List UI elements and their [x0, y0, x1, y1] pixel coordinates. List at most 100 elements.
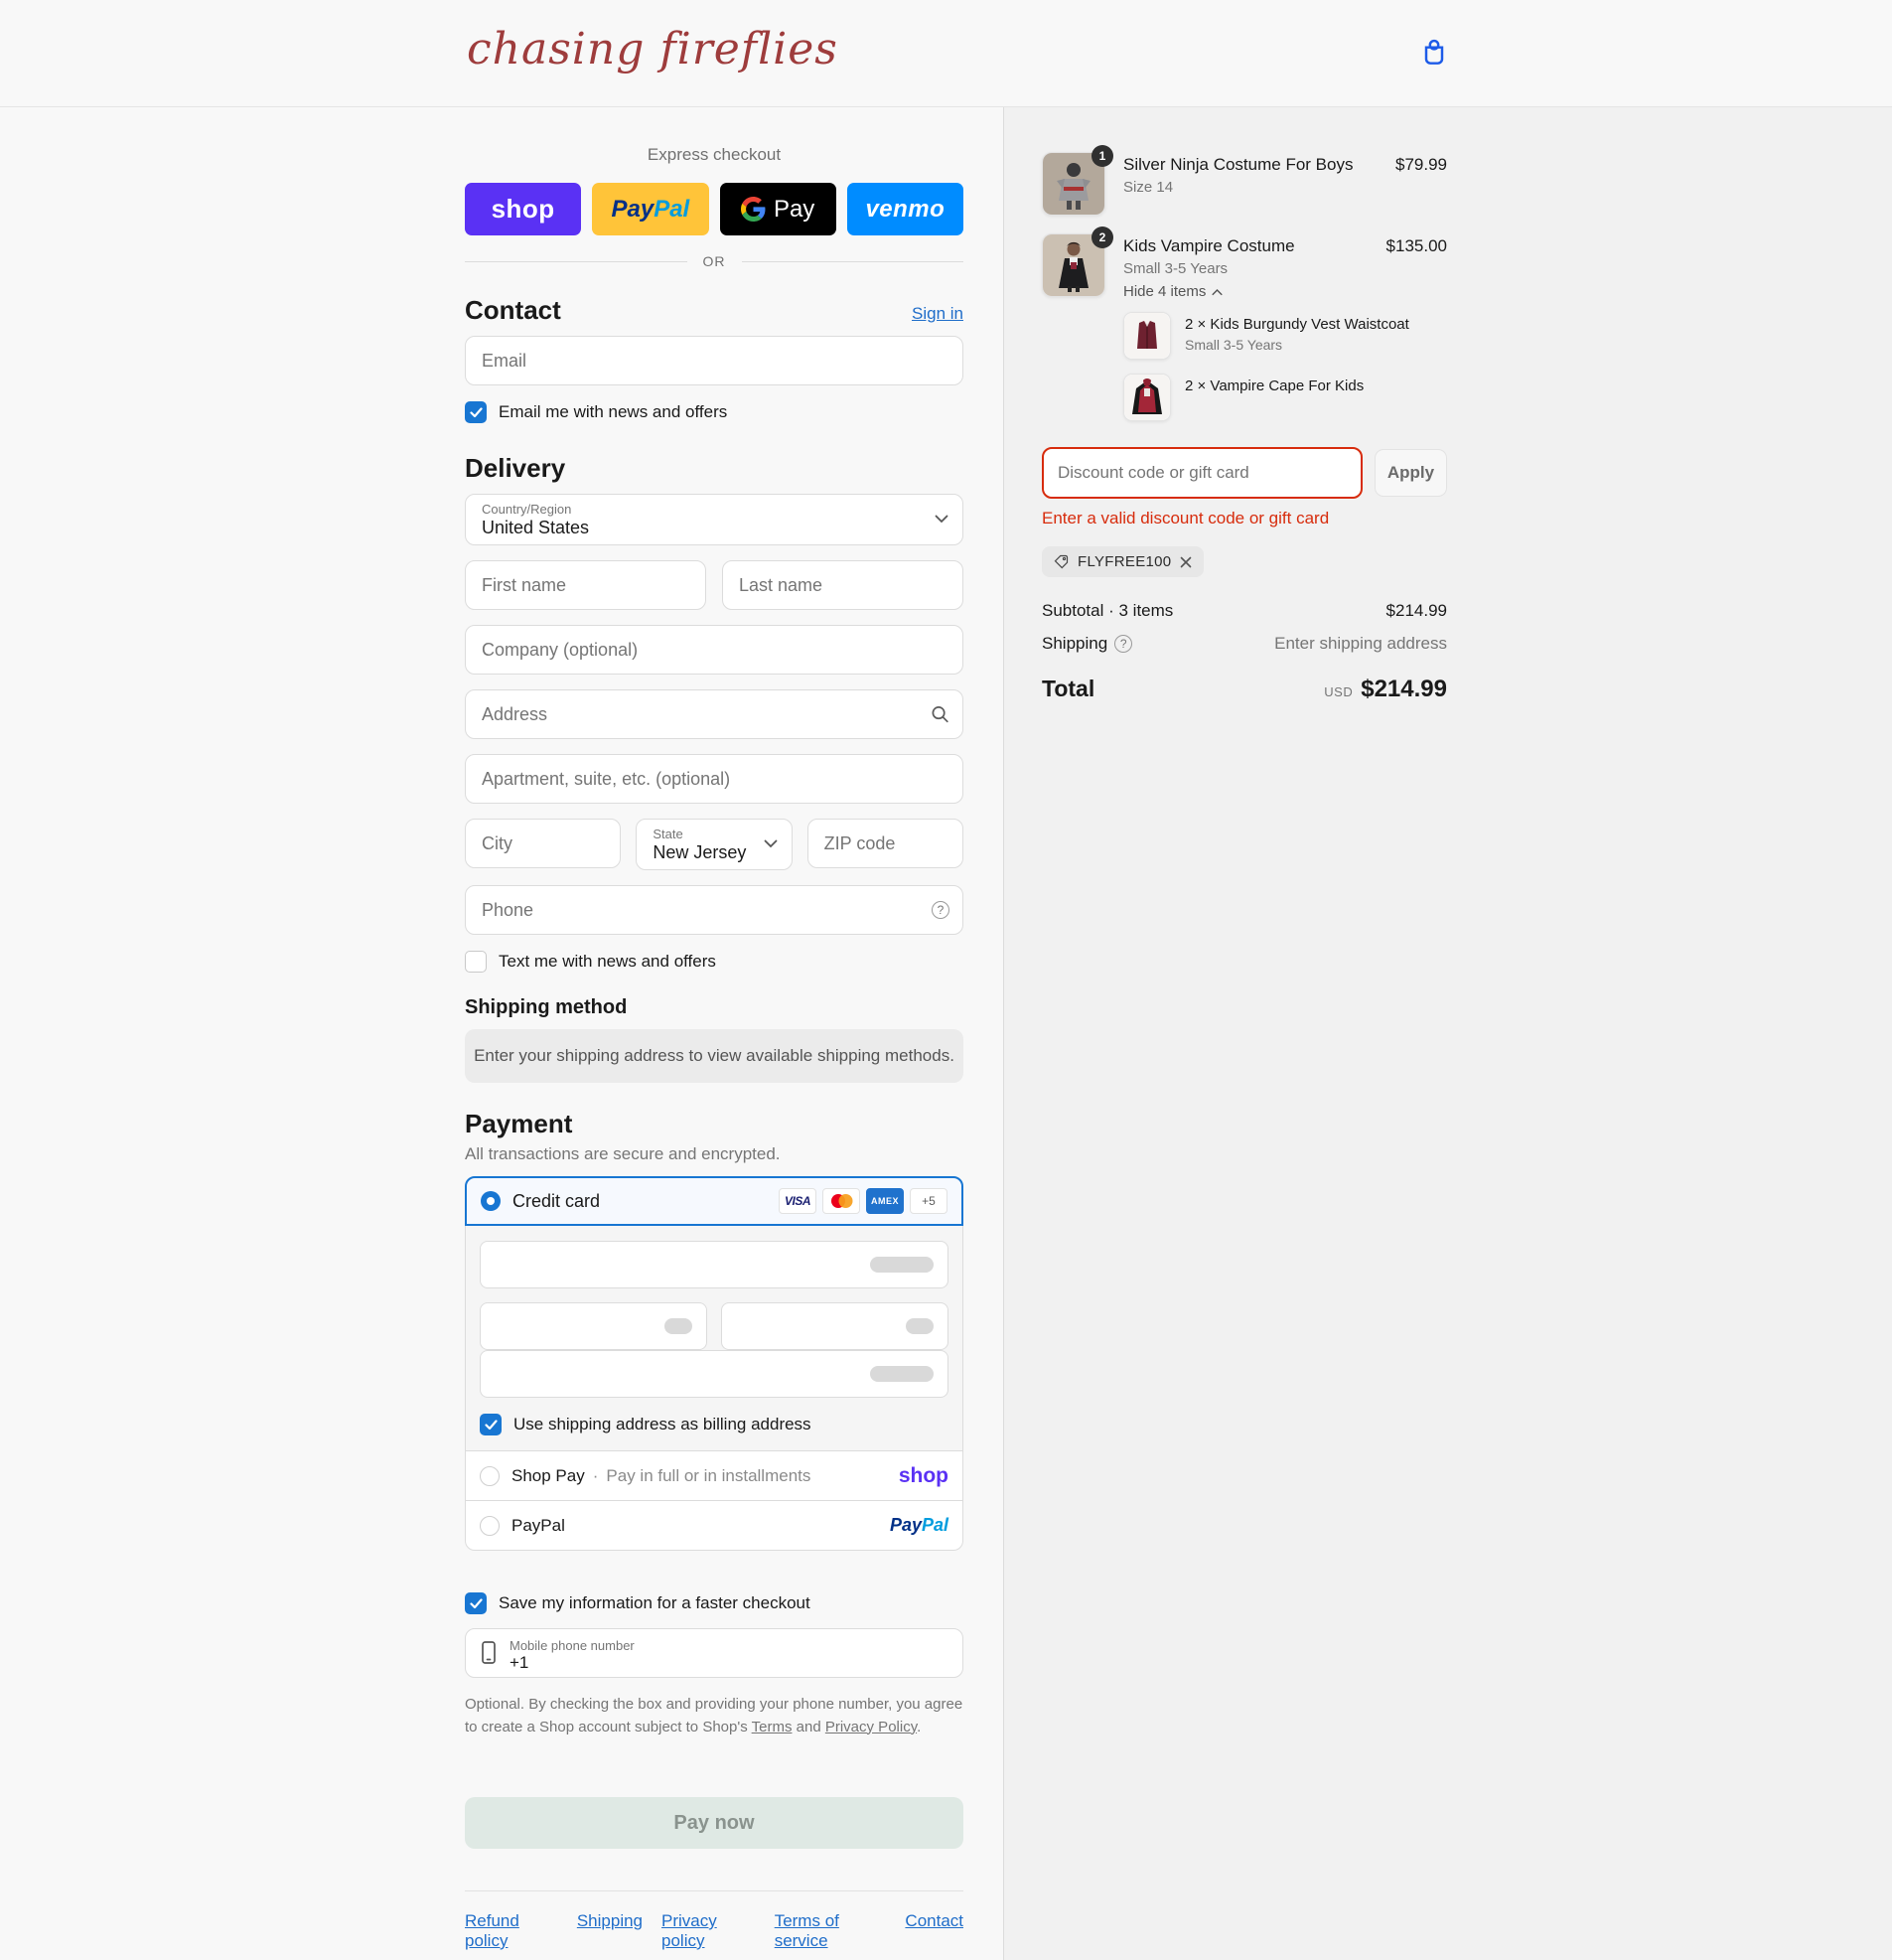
product-thumbnail-vest: [1123, 312, 1171, 360]
skeleton-pill: [906, 1318, 934, 1334]
discount-chip-code: FLYFREE100: [1078, 553, 1172, 570]
phone-help-icon[interactable]: [932, 901, 949, 919]
delivery-heading: Delivery: [465, 453, 566, 483]
total-value: $214.99: [1361, 676, 1447, 702]
hide-items-toggle[interactable]: Hide 4 items: [1123, 283, 1447, 300]
card-expiry-field[interactable]: [480, 1302, 707, 1350]
first-name-field[interactable]: [465, 560, 706, 610]
shop-pay-option[interactable]: Shop Pay · Pay in full or in installment…: [465, 1451, 963, 1501]
payment-methods: Credit card VISA AMEX +5 Use shipping ad…: [465, 1176, 963, 1551]
shop-pay-radio[interactable]: [480, 1465, 500, 1486]
shop-logo: shop: [898, 1463, 948, 1487]
currency-code: USD: [1324, 684, 1354, 699]
paypal-option[interactable]: PayPal PayPal: [465, 1501, 963, 1551]
shop-pay-description: Pay in full or in installments: [606, 1465, 811, 1485]
shipping-policy-link[interactable]: Shipping: [577, 1911, 643, 1951]
sms-news-checkbox[interactable]: [465, 951, 487, 973]
item-price: $135.00: [1385, 236, 1447, 255]
pay-now-button[interactable]: Pay now: [465, 1797, 963, 1849]
total-label: Total: [1042, 676, 1095, 701]
country-select[interactable]: Country/Region United States: [465, 494, 963, 545]
chevron-down-icon: [935, 511, 948, 528]
bundle-item-title: 2 × Vampire Cape For Kids: [1185, 377, 1365, 394]
city-field[interactable]: [465, 819, 622, 868]
shipping-method-notice: Enter your shipping address to view avai…: [465, 1029, 963, 1083]
save-info-checkbox[interactable]: [465, 1592, 487, 1614]
sign-in-link[interactable]: Sign in: [912, 304, 963, 324]
venmo-express-button[interactable]: venmo: [846, 183, 963, 235]
card-name-field[interactable]: [480, 1350, 948, 1398]
credit-card-label: Credit card: [512, 1190, 601, 1211]
billing-address-checkbox[interactable]: [480, 1414, 502, 1435]
state-select[interactable]: State New Jersey: [636, 819, 793, 870]
contact-heading: Contact: [465, 295, 561, 325]
store-logo[interactable]: chasing fireflies: [467, 24, 838, 75]
email-news-checkbox[interactable]: [465, 401, 487, 423]
skeleton-pill: [870, 1257, 934, 1273]
cart-item-silver-ninja: 1 Silver Ninja Costume For Boys $79.99 S…: [1042, 145, 1447, 216]
email-field[interactable]: [465, 336, 963, 385]
order-summary-sidebar: 1 Silver Ninja Costume For Boys $79.99 S…: [1003, 107, 1892, 1960]
terms-of-service-link[interactable]: Terms of service: [775, 1911, 887, 1951]
privacy-policy-footer-link[interactable]: Privacy policy: [661, 1911, 756, 1951]
address-field[interactable]: [465, 689, 963, 739]
last-name-field[interactable]: [722, 560, 963, 610]
card-cvv-field[interactable]: [721, 1302, 948, 1350]
shop-pay-label: Shop Pay: [511, 1465, 585, 1485]
billing-address-checkbox-row[interactable]: Use shipping address as billing address: [480, 1414, 948, 1435]
privacy-policy-link[interactable]: Privacy Policy: [825, 1719, 917, 1735]
discount-row: Apply: [1042, 447, 1447, 499]
paypal-express-button[interactable]: Pay Pal: [592, 183, 709, 235]
shop-pay-express-button[interactable]: shop: [465, 183, 582, 235]
shop-wordmark: shop: [491, 194, 555, 224]
credit-card-radio[interactable]: [481, 1191, 501, 1211]
refund-policy-link[interactable]: Refund policy: [465, 1911, 558, 1951]
paypal-radio[interactable]: [480, 1515, 500, 1536]
card-brand-icons: VISA AMEX +5: [779, 1188, 947, 1214]
payment-heading: Payment: [465, 1109, 573, 1138]
google-pay-express-button[interactable]: Pay: [719, 183, 836, 235]
item-variant: Small 3-5 Years: [1123, 260, 1229, 277]
save-info-checkbox-row[interactable]: Save my information for a faster checkou…: [465, 1592, 963, 1614]
tag-icon: [1054, 554, 1069, 569]
contact-footer-link[interactable]: Contact: [905, 1911, 963, 1951]
shipping-label: Shipping: [1042, 634, 1108, 653]
apply-discount-button[interactable]: Apply: [1375, 449, 1447, 497]
check-icon: [469, 406, 483, 417]
credit-card-option[interactable]: Credit card VISA AMEX +5: [465, 1176, 963, 1226]
or-label: OR: [702, 253, 726, 269]
email-news-checkbox-row[interactable]: Email me with news and offers: [465, 401, 963, 423]
phone-field[interactable]: [465, 885, 963, 935]
search-icon: [931, 705, 949, 724]
shop-account-disclaimer: Optional. By checking the box and provid…: [465, 1696, 963, 1735]
cart-bag-icon[interactable]: [1419, 36, 1449, 71]
venmo-wordmark: venmo: [865, 195, 946, 223]
card-number-field[interactable]: [480, 1241, 948, 1288]
terms-link[interactable]: Terms: [752, 1719, 793, 1735]
header: chasing fireflies: [0, 0, 1892, 107]
zip-field[interactable]: [806, 819, 963, 868]
subtotal-value: $214.99: [1385, 601, 1447, 620]
billing-address-label: Use shipping address as billing address: [513, 1415, 811, 1433]
bundle-item-variant: Small 3-5 Years: [1185, 337, 1283, 353]
google-g-icon: [740, 197, 766, 222]
credit-card-form: Use shipping address as billing address: [465, 1226, 963, 1451]
sms-news-checkbox-row[interactable]: Text me with news and offers: [465, 951, 963, 973]
gpay-wordmark: Pay: [773, 195, 815, 223]
payment-subtext: All transactions are secure and encrypte…: [465, 1144, 781, 1163]
apartment-field[interactable]: [465, 754, 963, 804]
mobile-phone-icon: [480, 1640, 498, 1666]
mobile-phone-field[interactable]: Mobile phone number +1: [465, 1628, 963, 1678]
remove-discount-icon[interactable]: [1180, 556, 1192, 568]
discount-error-message: Enter a valid discount code or gift card: [1042, 509, 1330, 528]
shipping-help-icon[interactable]: [1114, 635, 1133, 653]
layout: Express checkout shop Pay Pal Pay venmo …: [0, 107, 1892, 1960]
company-field[interactable]: [465, 625, 963, 675]
bundle-item-title: 2 × Kids Burgundy Vest Waistcoat: [1185, 316, 1409, 333]
discount-code-input[interactable]: [1042, 447, 1363, 499]
skeleton-pill: [664, 1318, 692, 1334]
footer-links: Refund policy Shipping Privacy policy Te…: [465, 1890, 963, 1960]
product-thumbnail-ninja: 1: [1042, 145, 1113, 216]
quantity-badge: 1: [1092, 145, 1113, 167]
shipping-value: Enter shipping address: [1274, 634, 1447, 653]
